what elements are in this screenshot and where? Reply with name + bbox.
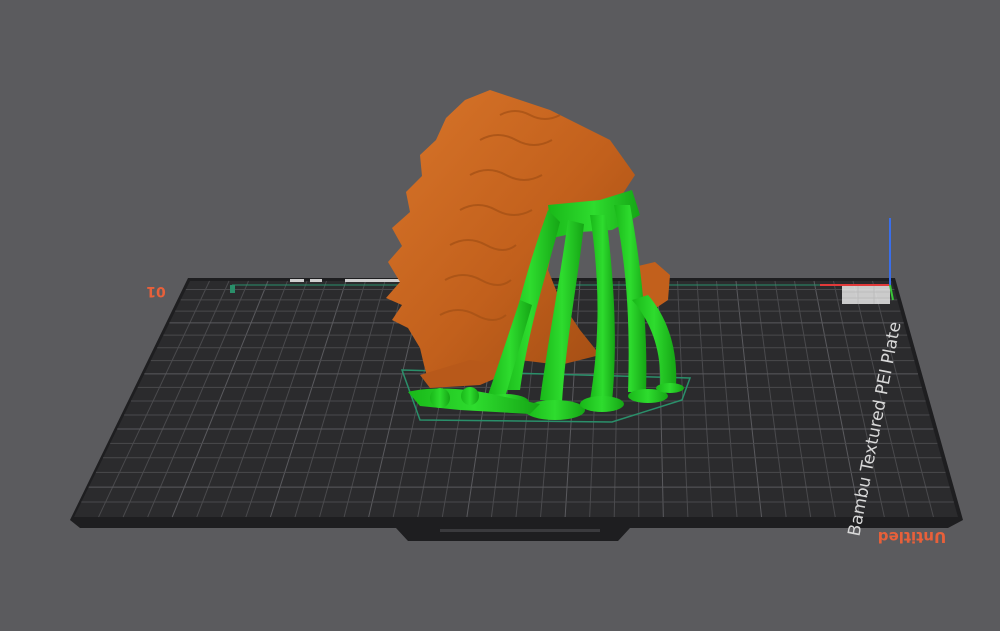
- project-name-label[interactable]: Untitled: [878, 528, 946, 546]
- support-base: [430, 388, 450, 408]
- scene-canvas[interactable]: 01 Bambu Textured PEI Plate Untitled: [0, 0, 1000, 631]
- 3d-viewport[interactable]: 01 Bambu Textured PEI Plate Untitled: [0, 0, 1000, 631]
- support-base: [656, 383, 684, 393]
- plate-number-label[interactable]: 01: [146, 283, 165, 299]
- support-base: [580, 396, 624, 412]
- plate-front-notch: [440, 529, 600, 532]
- support-base: [461, 387, 479, 405]
